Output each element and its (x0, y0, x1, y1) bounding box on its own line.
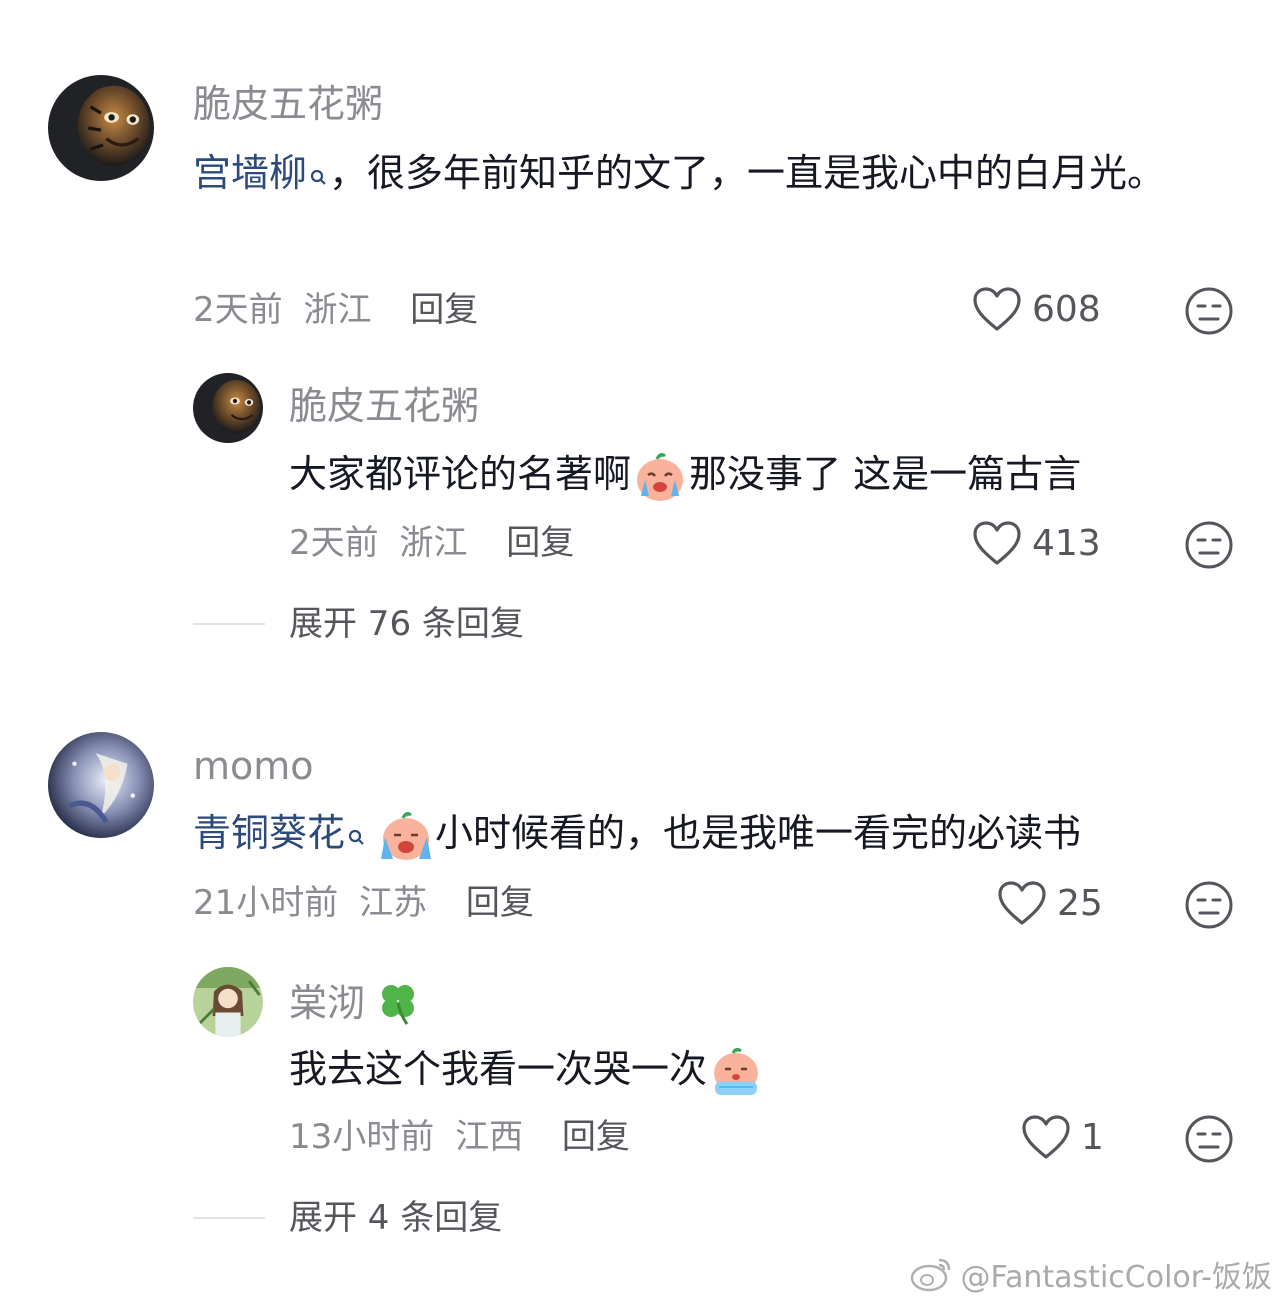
reply-location: 浙江 (399, 523, 468, 563)
comment-location: 江苏 (359, 883, 428, 923)
comment-meta: 2天前 浙江 回复 (193, 288, 478, 332)
crying-emoji-icon (709, 1045, 763, 1099)
comment-location: 浙江 (303, 290, 372, 330)
reply-button[interactable]: 回复 (562, 1117, 630, 1157)
comment-time: 2天前 (193, 290, 283, 330)
like-count: 413 (1032, 522, 1101, 564)
reply-button[interactable]: 回复 (466, 883, 534, 923)
four-leaf-clover-icon (373, 978, 423, 1028)
meh-face-icon[interactable] (1184, 880, 1234, 930)
comment-meta: 21小时前 江苏 回复 (193, 881, 534, 925)
reply-time: 13小时前 (289, 1117, 435, 1157)
meh-face-icon[interactable] (1184, 520, 1234, 570)
reply-username-text: 棠沏 (289, 981, 366, 1025)
reply-avatar-girl[interactable] (193, 967, 263, 1037)
reply-body-part2: 那没事了 这是一篇古言 (689, 452, 1082, 496)
reply-like-button[interactable]: 413 (972, 520, 1101, 566)
watermark: @FantasticColor-饭饭 (909, 1252, 1273, 1296)
reply-meta: 13小时前 江西 回复 (289, 1115, 630, 1159)
comment-body: 小时候看的，也是我唯一看完的必读书 (435, 811, 1082, 855)
like-count: 25 (1057, 882, 1103, 924)
divider-line (193, 623, 265, 625)
expand-replies-label: 展开 4 条回复 (289, 1198, 503, 1238)
reply-body-part1: 大家都评论的名著啊 (289, 452, 632, 496)
reply-button[interactable]: 回复 (410, 290, 478, 330)
heart-outline-icon[interactable] (972, 286, 1022, 332)
divider-line (193, 1217, 265, 1219)
like-button[interactable]: 25 (997, 880, 1103, 926)
search-mark-icon[interactable] (309, 142, 329, 208)
expand-replies-button[interactable]: 展开 4 条回复 (193, 1196, 502, 1240)
reply-text: 大家都评论的名著啊 那没事了 这是一篇古言 (289, 441, 1081, 507)
heart-outline-icon[interactable] (972, 520, 1022, 566)
avatar-fairy[interactable] (48, 732, 154, 838)
reply-meta: 2天前 浙江 回复 (289, 521, 574, 565)
heart-outline-icon[interactable] (997, 880, 1047, 926)
meh-face-icon[interactable] (1184, 1114, 1234, 1164)
reply-avatar-tiger[interactable] (193, 373, 263, 443)
reply-location: 江西 (455, 1117, 524, 1157)
expand-replies-button[interactable]: 展开 76 条回复 (193, 602, 524, 646)
comment-text: 宫墙柳 ，很多年前知乎的文了，一直是我心中的白月光。 (193, 140, 1213, 208)
weibo-logo-icon (909, 1254, 955, 1294)
avatar-tiger[interactable] (48, 75, 154, 181)
comment-body: ，很多年前知乎的文了，一直是我心中的白月光。 (329, 151, 1166, 195)
search-mark-icon[interactable] (347, 802, 367, 868)
heart-outline-icon[interactable] (1021, 1114, 1071, 1160)
reply-username[interactable]: 棠沏 (289, 978, 423, 1028)
reply-time: 2天前 (289, 523, 379, 563)
like-count: 608 (1032, 288, 1101, 330)
reply-username[interactable]: 脆皮五花粥 (289, 384, 479, 428)
like-button[interactable]: 608 (972, 286, 1101, 332)
comment-username[interactable]: 脆皮五花粥 (193, 82, 383, 126)
reply-button[interactable]: 回复 (506, 523, 574, 563)
comment-text: 青铜葵花 小时候看的，也是我唯一看完的必读书 (193, 800, 1081, 868)
crying-emoji-icon (379, 809, 433, 863)
mention-link[interactable]: 宫墙柳 (193, 151, 307, 195)
crying-emoji-icon (633, 450, 687, 504)
like-count: 1 (1081, 1116, 1104, 1158)
expand-replies-label: 展开 76 条回复 (289, 604, 524, 644)
comment-time: 21小时前 (193, 883, 339, 923)
meh-face-icon[interactable] (1184, 286, 1234, 336)
reply-body: 我去这个我看一次哭一次 (289, 1047, 708, 1091)
comment-username[interactable]: momo (193, 744, 314, 788)
watermark-text: @FantasticColor-饭饭 (960, 1260, 1273, 1295)
mention-link[interactable]: 青铜葵花 (193, 811, 345, 855)
reply-text: 我去这个我看一次哭一次 (289, 1036, 765, 1102)
reply-like-button[interactable]: 1 (1021, 1114, 1104, 1160)
